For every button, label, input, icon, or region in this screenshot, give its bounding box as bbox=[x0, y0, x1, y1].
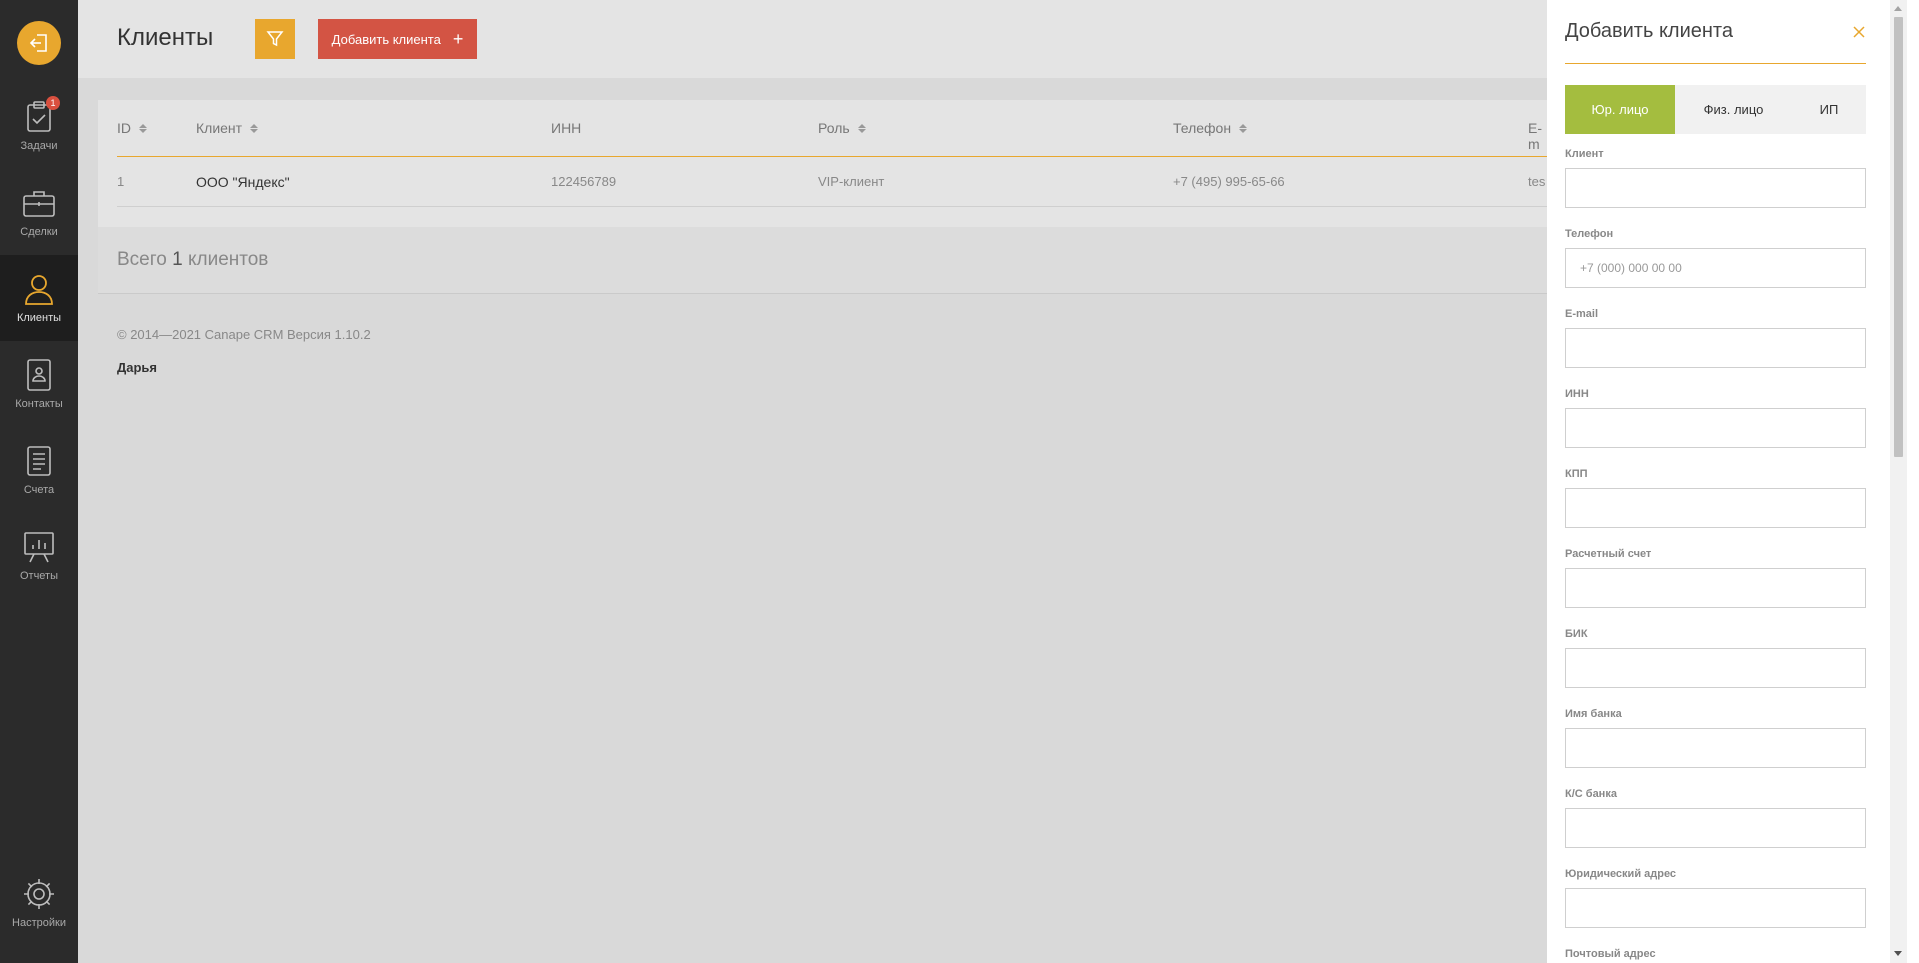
corr-account-input[interactable] bbox=[1565, 808, 1866, 848]
add-client-button[interactable]: Добавить клиента + bbox=[318, 19, 477, 59]
add-client-panel: Добавить клиента Юр. лицо Физ. лицо ИП К… bbox=[1547, 0, 1890, 963]
column-header-id[interactable]: ID bbox=[117, 120, 147, 136]
panel-scrollbar[interactable] bbox=[1890, 0, 1907, 963]
field-label-corr-account: К/С банка bbox=[1565, 788, 1617, 800]
field-label-account: Расчетный счет bbox=[1565, 548, 1652, 560]
field-label-postal-address: Почтовый адрес bbox=[1565, 948, 1656, 960]
filter-icon bbox=[266, 31, 284, 47]
logout-button[interactable] bbox=[17, 21, 61, 65]
account-input[interactable] bbox=[1565, 568, 1866, 608]
field-label-inn: ИНН bbox=[1565, 388, 1589, 400]
gear-icon bbox=[22, 877, 56, 911]
cell-email: tes bbox=[1528, 174, 1546, 189]
cell-role: VIP-клиент bbox=[818, 174, 885, 189]
sidebar-item-label: Клиенты bbox=[16, 312, 62, 324]
cell-phone: +7 (495) 995-65-66 bbox=[1173, 174, 1285, 189]
briefcase-icon bbox=[22, 186, 56, 220]
sidebar-item-tasks[interactable]: 1 Задачи bbox=[0, 83, 78, 169]
bik-input[interactable] bbox=[1565, 648, 1866, 688]
scroll-down-arrow-icon[interactable] bbox=[1894, 951, 1902, 956]
sidebar-item-reports[interactable]: Отчеты bbox=[0, 513, 78, 599]
tab-legal-entity[interactable]: Юр. лицо bbox=[1565, 85, 1675, 134]
sidebar-item-invoices[interactable]: Счета bbox=[0, 427, 78, 513]
tasks-badge: 1 bbox=[46, 96, 60, 110]
inn-input[interactable] bbox=[1565, 408, 1866, 448]
phone-input[interactable] bbox=[1565, 248, 1866, 288]
add-client-label: Добавить клиента bbox=[331, 31, 441, 47]
window-gutter bbox=[1907, 0, 1919, 963]
total-count: Всего 1 клиентов bbox=[117, 249, 269, 270]
bank-name-input[interactable] bbox=[1565, 728, 1866, 768]
sort-icon bbox=[250, 123, 259, 133]
current-user[interactable]: Дарья bbox=[117, 360, 157, 375]
email-input[interactable] bbox=[1565, 328, 1866, 368]
field-label-kpp: КПП bbox=[1565, 468, 1588, 480]
field-label-email: E-mail bbox=[1565, 308, 1599, 320]
field-label-phone: Телефон bbox=[1565, 228, 1614, 240]
page-title: Клиенты bbox=[117, 24, 214, 51]
sort-icon bbox=[1239, 123, 1248, 133]
column-header-phone[interactable]: Телефон bbox=[1173, 120, 1248, 136]
client-type-selector: Юр. лицо Физ. лицо ИП bbox=[1565, 85, 1866, 134]
sidebar-item-label: Сделки bbox=[20, 226, 58, 238]
panel-title-divider bbox=[1565, 63, 1866, 64]
legal-address-input[interactable] bbox=[1565, 888, 1866, 928]
sidebar-item-clients[interactable]: Клиенты bbox=[0, 255, 78, 341]
cell-inn: 122456789 bbox=[551, 174, 617, 189]
page-header: Клиенты Добавить клиента + bbox=[78, 0, 1547, 78]
scroll-up-arrow-icon[interactable] bbox=[1894, 6, 1902, 11]
plus-icon: + bbox=[452, 28, 464, 49]
cell-id: 1 bbox=[117, 174, 125, 189]
kpp-input[interactable] bbox=[1565, 488, 1866, 528]
sidebar: 1 Задачи Сделки Клиенты Контакты Счета О… bbox=[0, 0, 78, 963]
panel-title: Добавить клиента bbox=[1565, 20, 1733, 42]
sidebar-item-deals[interactable]: Сделки bbox=[0, 169, 78, 255]
filter-button[interactable] bbox=[255, 19, 295, 59]
clipboard-check-icon: 1 bbox=[22, 96, 60, 134]
sidebar-item-label: Задачи bbox=[20, 140, 58, 152]
sidebar-item-label: Счета bbox=[23, 484, 55, 496]
sidebar-item-label: Настройки bbox=[12, 917, 66, 929]
field-label-bik: БИК bbox=[1565, 628, 1588, 640]
scroll-thumb[interactable] bbox=[1894, 17, 1903, 457]
clients-table: ID Клиент ИНН Роль Телефон E-m 1 ООО "Ян… bbox=[98, 100, 1547, 227]
document-icon bbox=[22, 444, 56, 478]
sidebar-item-settings[interactable]: Настройки bbox=[0, 860, 78, 946]
sidebar-item-label: Отчеты bbox=[19, 570, 59, 582]
client-name-input[interactable] bbox=[1565, 168, 1866, 208]
table-summary: Всего 1 клиентов bbox=[98, 227, 1547, 294]
field-label-bank-name: Имя банка bbox=[1565, 708, 1622, 720]
column-header-role[interactable]: Роль bbox=[818, 120, 866, 136]
tab-individual[interactable]: Физ. лицо bbox=[1675, 85, 1792, 134]
header-divider bbox=[117, 156, 1547, 157]
address-book-icon bbox=[22, 358, 56, 392]
column-header-email: E-m bbox=[1528, 120, 1542, 152]
cell-client[interactable]: ООО "Яндекс" bbox=[196, 174, 290, 190]
row-divider bbox=[117, 206, 1547, 207]
sidebar-item-contacts[interactable]: Контакты bbox=[0, 341, 78, 427]
user-icon bbox=[22, 272, 56, 306]
tab-sole-proprietor[interactable]: ИП bbox=[1792, 85, 1866, 134]
column-header-client[interactable]: Клиент bbox=[196, 120, 259, 136]
logout-icon bbox=[29, 34, 47, 52]
sort-icon bbox=[139, 123, 147, 133]
sort-icon bbox=[857, 123, 866, 133]
field-label-legal-address: Юридический адрес bbox=[1565, 868, 1677, 880]
column-header-inn: ИНН bbox=[551, 120, 582, 136]
field-label-client: Клиент bbox=[1565, 148, 1604, 160]
close-icon bbox=[1853, 26, 1865, 38]
presentation-chart-icon bbox=[22, 530, 56, 564]
close-button[interactable] bbox=[1849, 22, 1869, 42]
sidebar-item-label: Контакты bbox=[15, 398, 63, 410]
copyright: © 2014—2021 Canape CRM Версия 1.10.2 bbox=[117, 327, 371, 342]
